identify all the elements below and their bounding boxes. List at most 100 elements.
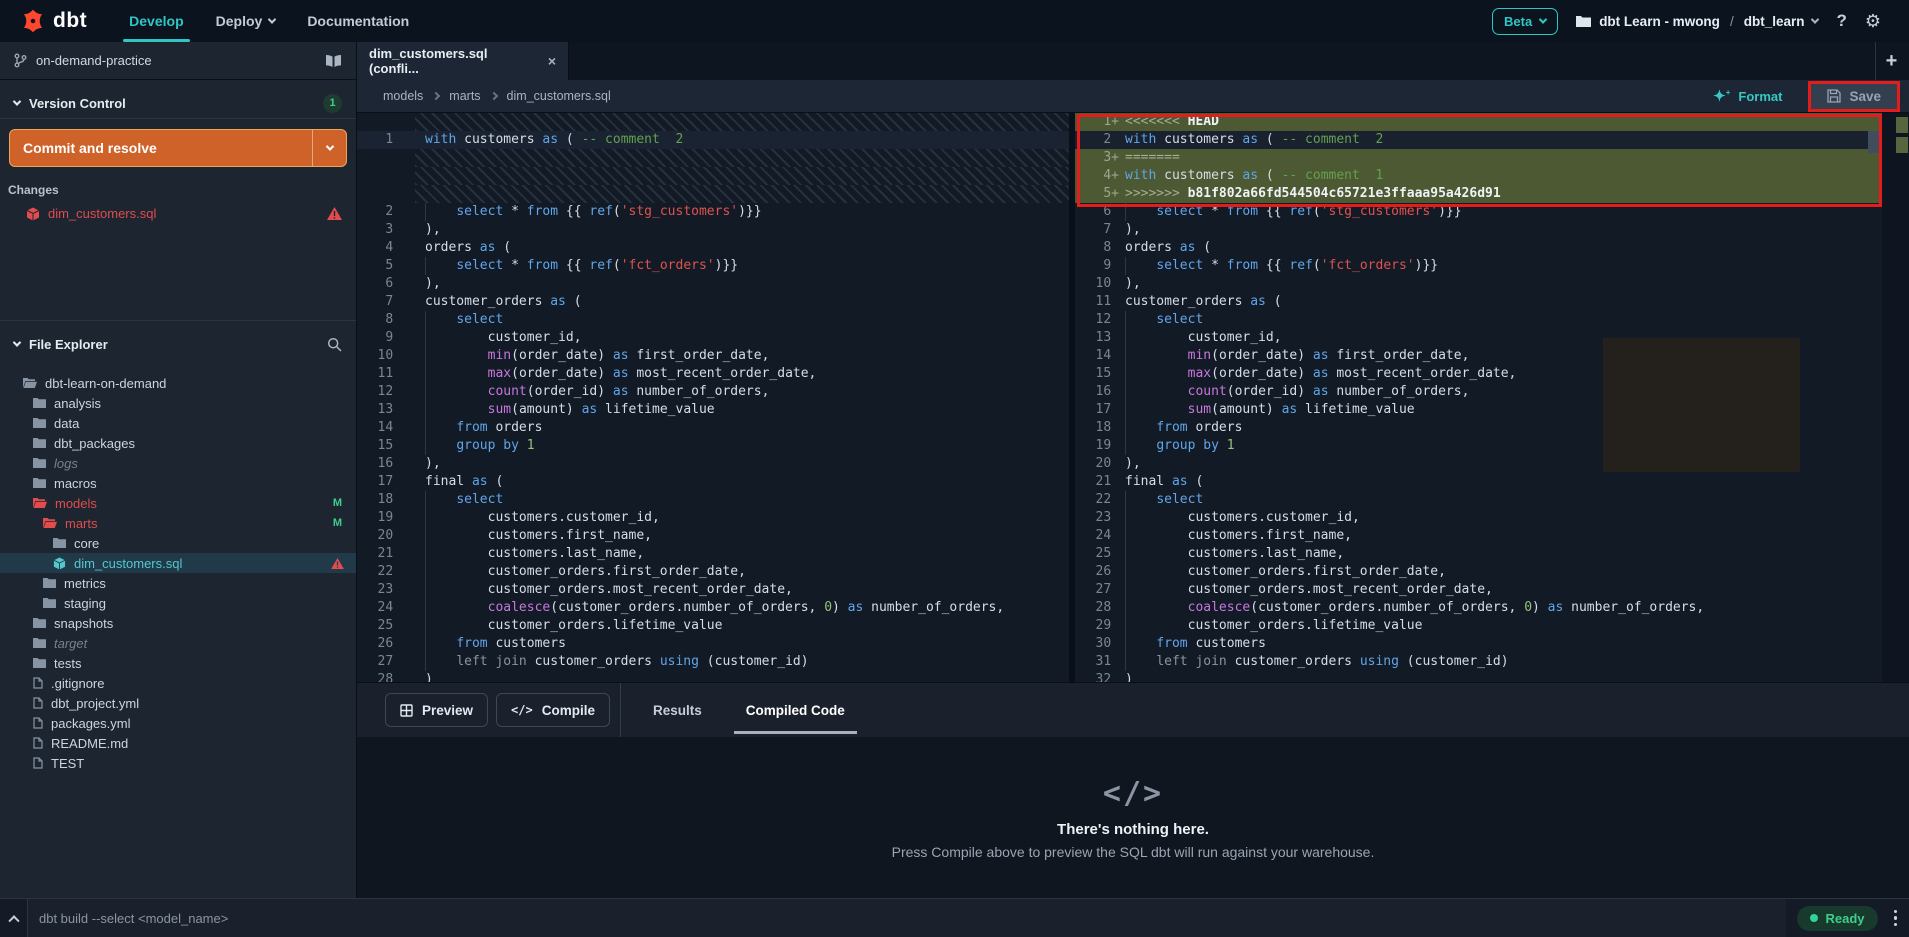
tree-item--gitignore[interactable]: .gitignore xyxy=(0,673,356,693)
tree-item-snapshots[interactable]: snapshots xyxy=(0,613,356,633)
project-selector[interactable]: dbt Learn - mwong / dbt_learn xyxy=(1576,14,1818,29)
tree-item-macros[interactable]: macros xyxy=(0,473,356,493)
tree-item-marts[interactable]: martsM xyxy=(0,513,356,533)
tree-item-dim-customers-sql[interactable]: dim_customers.sql xyxy=(0,553,356,573)
tree-item-metrics[interactable]: metrics xyxy=(0,573,356,593)
search-icon[interactable] xyxy=(327,337,342,352)
chevron-down-icon xyxy=(1539,15,1547,23)
code-icon: </> xyxy=(1103,776,1163,811)
tab-results[interactable]: Results xyxy=(631,683,724,738)
help-icon[interactable]: ? xyxy=(1836,11,1846,31)
tree-item-dbt-project-yml[interactable]: dbt_project.yml xyxy=(0,693,356,713)
save-button[interactable]: Save xyxy=(1811,84,1897,109)
overview-ruler[interactable] xyxy=(1882,113,1909,682)
line-number: 32 xyxy=(1075,671,1119,682)
folder-icon xyxy=(33,418,46,428)
line-number: 28 xyxy=(357,671,415,682)
tree-item-test[interactable]: TEST xyxy=(0,753,356,773)
code-line: 26 from customers xyxy=(357,635,1069,653)
tree-item-label: dbt-learn-on-demand xyxy=(45,376,166,391)
code-line: 26 customer_orders.first_order_date, xyxy=(1075,563,1882,581)
changed-file-row[interactable]: dim_customers.sql xyxy=(0,203,356,224)
line-content: customers.customer_id, xyxy=(415,509,1069,527)
tree-item-label: dbt_project.yml xyxy=(51,696,139,711)
line-content: ) xyxy=(415,671,1069,682)
line-content: customer_orders as ( xyxy=(415,293,1069,311)
sidebar: on-demand-practice Version Control 1 Com… xyxy=(0,42,357,898)
code-line: 24 coalesce(customer_orders.number_of_or… xyxy=(357,599,1069,617)
tree-item-staging[interactable]: staging xyxy=(0,593,356,613)
kebab-menu-icon[interactable] xyxy=(1894,910,1909,927)
tree-item-readme-md[interactable]: README.md xyxy=(0,733,356,753)
code-line: 11 max(order_date) as most_recent_order_… xyxy=(357,365,1069,383)
modified-badge: M xyxy=(333,497,356,509)
close-icon[interactable]: × xyxy=(548,53,556,69)
tree-item-target[interactable]: target xyxy=(0,633,356,653)
tree-item-analysis[interactable]: analysis xyxy=(0,393,356,413)
line-content: final as ( xyxy=(1119,473,1882,491)
version-control-header[interactable]: Version Control 1 xyxy=(0,88,356,118)
tab-compiled-code[interactable]: Compiled Code xyxy=(724,683,867,738)
file-icon xyxy=(33,697,43,709)
line-content: with customers as ( -- comment 2 xyxy=(415,131,1069,149)
tree-item-models[interactable]: modelsM xyxy=(0,493,356,513)
code-line: 25 customers.last_name, xyxy=(1075,545,1882,563)
file-explorer-header[interactable]: File Explorer xyxy=(0,329,356,359)
command-bar: Ready xyxy=(0,898,1909,937)
dbt-logo[interactable]: dbt xyxy=(0,0,113,42)
folder-icon xyxy=(53,538,66,548)
commit-and-resolve-button[interactable]: Commit and resolve xyxy=(9,129,347,167)
tree-item-label: snapshots xyxy=(54,616,113,631)
editor-pane-current[interactable]: 1 with customers as ( -- comment 22 sele… xyxy=(357,113,1069,682)
compile-button[interactable]: </> Compile xyxy=(496,693,610,727)
code-line: 10 ), xyxy=(1075,275,1882,293)
breadcrumb-models[interactable]: models xyxy=(383,89,423,103)
file-icon xyxy=(33,737,43,749)
breadcrumb-file[interactable]: dim_customers.sql xyxy=(507,89,611,103)
code-icon: </> xyxy=(511,703,533,717)
chevron-right-icon xyxy=(489,92,497,100)
line-number: 10 xyxy=(357,347,415,365)
nav-develop[interactable]: Develop xyxy=(113,0,199,42)
line-content: ======= xyxy=(1119,149,1882,167)
commit-options-dropdown[interactable] xyxy=(312,130,346,166)
git-branch-selector[interactable]: on-demand-practice xyxy=(0,42,356,80)
nav-documentation[interactable]: Documentation xyxy=(291,0,425,42)
tab-dim-customers[interactable]: dim_customers.sql (confli... × xyxy=(357,42,569,80)
nav-deploy[interactable]: Deploy xyxy=(200,0,292,42)
tree-item-packages-yml[interactable]: packages.yml xyxy=(0,713,356,733)
preview-button[interactable]: Preview xyxy=(385,693,488,727)
compiled-code-panel: </> There's nothing here. Press Compile … xyxy=(357,737,1909,898)
gear-icon[interactable]: ⚙ xyxy=(1865,11,1881,32)
breadcrumb-marts[interactable]: marts xyxy=(449,89,480,103)
line-content: group by 1 xyxy=(415,437,1069,455)
tree-item-dbt-packages[interactable]: dbt_packages xyxy=(0,433,356,453)
line-content: count(order_id) as number_of_orders, xyxy=(415,383,1069,401)
bottom-toolbar: Preview </> Compile Results Compiled Cod… xyxy=(357,682,1909,737)
line-content: select xyxy=(1119,311,1882,329)
line-number: 27 xyxy=(1075,581,1119,599)
line-number: 10 xyxy=(1075,275,1119,293)
beta-dropdown[interactable]: Beta xyxy=(1492,8,1558,35)
line-content: customer_id, xyxy=(415,329,1069,347)
code-line: 8 orders as ( xyxy=(1075,239,1882,257)
expand-panel-button[interactable] xyxy=(0,914,27,922)
tree-item-tests[interactable]: tests xyxy=(0,653,356,673)
changed-file-name: dim_customers.sql xyxy=(48,206,156,221)
line-number xyxy=(357,113,415,131)
tree-item-dbt-learn-on-demand[interactable]: dbt-learn-on-demand xyxy=(0,373,356,393)
tree-item-core[interactable]: core xyxy=(0,533,356,553)
docs-book-icon[interactable] xyxy=(325,54,342,67)
line-content xyxy=(415,149,1069,167)
code-line: 3+======= xyxy=(1075,149,1882,167)
command-input[interactable] xyxy=(28,911,1786,926)
scrollbar-thumb[interactable] xyxy=(1868,131,1882,153)
tree-item-data[interactable]: data xyxy=(0,413,356,433)
tree-item-label: packages.yml xyxy=(51,716,130,731)
breadcrumb-row: models marts dim_customers.sql ✦+ Format xyxy=(357,80,1909,113)
tree-item-logs[interactable]: logs xyxy=(0,453,356,473)
line-content: customers.customer_id, xyxy=(1119,509,1882,527)
new-tab-button[interactable]: + xyxy=(1875,42,1907,80)
line-content: customer_orders as ( xyxy=(1119,293,1882,311)
format-button[interactable]: ✦+ Format xyxy=(1713,87,1782,105)
